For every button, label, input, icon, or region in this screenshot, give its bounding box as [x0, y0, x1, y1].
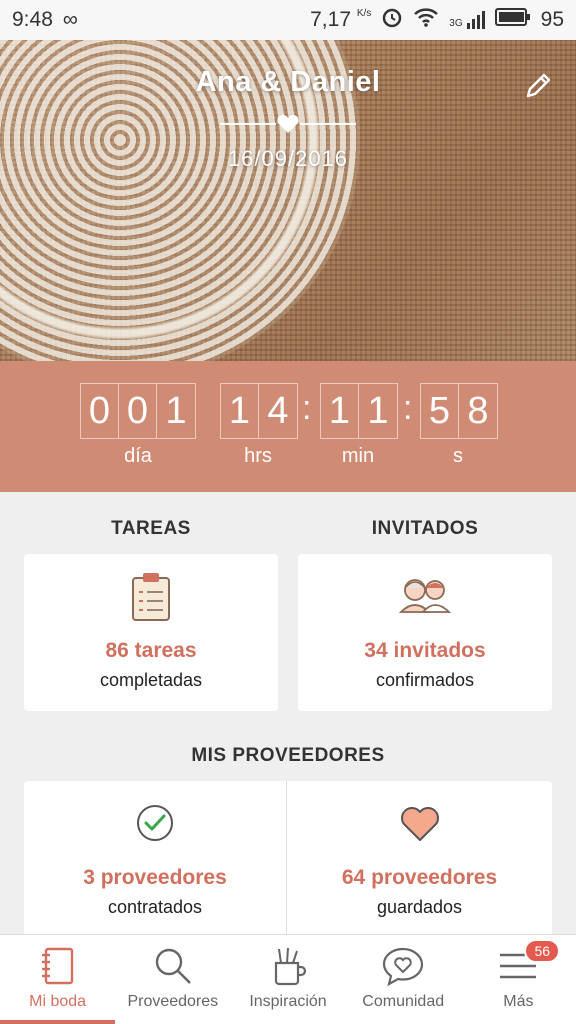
nav-comunidad[interactable]: Comunidad — [346, 935, 461, 1024]
countdown-separator: : — [403, 389, 413, 427]
heart-divider — [220, 112, 356, 136]
guardados-sub: guardados — [376, 897, 463, 917]
nav-label: Comunidad — [362, 993, 445, 1010]
proveedores-title: MIS PROVEEDORES — [191, 745, 385, 766]
countdown-label-minutes: min — [341, 445, 375, 467]
network-speed-unit: K/s — [356, 8, 372, 19]
pencil-cup-icon — [274, 947, 307, 986]
invitados-title: INVITADOS — [371, 518, 479, 539]
pencil-icon — [526, 73, 551, 98]
notification-badge: 56 — [524, 939, 561, 963]
countdown-digit: 1 — [321, 384, 359, 438]
countdown-timer: 0 0 1 1 4 : 1 1 : 5 8 día hrs min s — [0, 361, 576, 492]
hero-banner: Ana & Daniel 16/09/2016 — [0, 40, 576, 361]
countdown-minutes: 1 1 — [320, 383, 398, 439]
nav-label: Más — [503, 993, 534, 1010]
countdown-separator: : — [302, 389, 312, 427]
tareas-count: 86 tareas — [105, 639, 197, 662]
countdown-days: 0 0 1 — [80, 383, 196, 439]
notebook-icon — [41, 947, 73, 985]
guardados-count: 64 proveedores — [341, 866, 498, 889]
contratados-count: 3 proveedores — [83, 866, 227, 889]
proveedores-guardados[interactable]: 64 proveedores guardados — [287, 781, 552, 941]
countdown-digit: 4 — [267, 389, 289, 432]
countdown-digit: 1 — [165, 389, 187, 432]
countdown-digit: 0 — [119, 384, 157, 438]
countdown-seconds: 5 8 — [420, 383, 498, 439]
battery-icon — [494, 8, 531, 32]
network-speed: 7,17 K/s — [310, 8, 371, 32]
countdown-digit: 8 — [467, 389, 489, 432]
nav-label: Proveedores — [127, 993, 219, 1010]
proveedores-card: 3 proveedores contratados 64 proveedores… — [24, 781, 552, 941]
network-type: 3G — [449, 18, 463, 29]
signal-icon: 3G — [449, 11, 485, 29]
invitados-card[interactable]: 34 invitados confirmados — [298, 554, 552, 711]
nav-label: Mi boda — [29, 993, 87, 1010]
countdown-digit: 1 — [367, 389, 389, 432]
countdown-label-days: día — [124, 445, 152, 467]
network-speed-value: 7,17 — [310, 8, 351, 31]
countdown-label-seconds: s — [453, 445, 463, 467]
chat-heart-icon — [383, 947, 424, 987]
nav-label: Inspiración — [249, 993, 327, 1010]
check-circle-icon — [135, 803, 175, 848]
status-time: 9:48 — [12, 8, 53, 31]
nav-mas[interactable]: Más 56 — [461, 935, 576, 1024]
nav-mi-boda[interactable]: Mi boda — [0, 935, 116, 1024]
countdown-label-hours: hrs — [244, 445, 272, 467]
proveedores-contratados[interactable]: 3 proveedores contratados — [24, 781, 286, 941]
tareas-card[interactable]: 86 tareas completadas — [24, 554, 278, 711]
clipboard-checklist-icon — [129, 570, 173, 627]
wifi-icon — [413, 7, 439, 33]
tareas-sub: completadas — [99, 670, 203, 690]
countdown-digit: 0 — [81, 384, 119, 438]
invitados-count: 34 invitados — [364, 639, 486, 662]
edit-button[interactable] — [520, 68, 556, 104]
nav-proveedores[interactable]: Proveedores — [115, 935, 230, 1024]
countdown-hours: 1 4 — [220, 383, 298, 439]
nav-inspiracion[interactable]: Inspiración — [230, 935, 345, 1024]
heart-icon — [399, 805, 441, 848]
contratados-sub: contratados — [107, 897, 203, 917]
tareas-title: TAREAS — [111, 518, 191, 539]
countdown-digit: 1 — [221, 384, 259, 438]
couple-names: Ana & Daniel — [195, 66, 381, 98]
invitados-sub: confirmados — [375, 670, 475, 690]
search-icon — [155, 948, 191, 984]
status-bar: 9:48 ∞ 7,17 K/s 3G 95 — [0, 0, 576, 40]
guests-couple-icon — [397, 574, 453, 619]
infinity-icon: ∞ — [62, 8, 78, 31]
bottom-navigation: Mi boda Proveedores Inspiración Comunida… — [0, 934, 576, 1024]
alarm-icon — [381, 6, 403, 34]
battery-level: 95 — [540, 8, 564, 31]
wedding-date: 16/09/2016 — [227, 146, 349, 171]
countdown-digit: 5 — [421, 384, 459, 438]
